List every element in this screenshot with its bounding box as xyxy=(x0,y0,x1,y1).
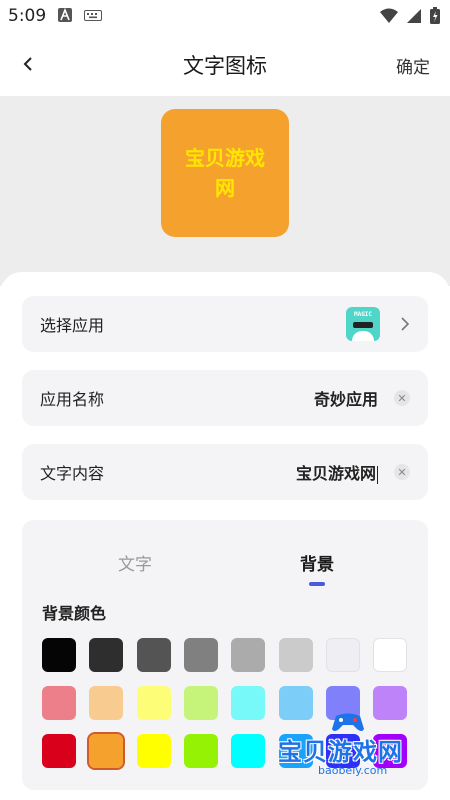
watermark-text: 宝贝游戏网 xyxy=(278,738,403,766)
gamepad-icon xyxy=(332,713,364,731)
close-icon: ✕ xyxy=(397,465,407,479)
text-icon-preview: 宝贝游戏网 xyxy=(161,109,289,237)
color-swatch[interactable] xyxy=(136,686,171,720)
clear-app-name-button[interactable]: ✕ xyxy=(394,390,410,406)
icon-preview-area: 宝贝游戏网 xyxy=(0,96,450,286)
text-icon-preview-label: 宝贝游戏网 xyxy=(185,146,265,200)
page-title: 文字图标 xyxy=(183,54,267,78)
select-app-row[interactable]: 选择应用 MAGIC xyxy=(22,296,428,352)
watermark: 宝贝游戏网 baobeiy.com xyxy=(272,712,428,786)
app-name-row: 应用名称 奇妙应用 ✕ xyxy=(22,370,428,426)
active-tab-indicator xyxy=(309,582,325,586)
close-icon: ✕ xyxy=(397,391,407,405)
tab-text[interactable]: 文字 xyxy=(118,550,152,575)
color-swatch[interactable] xyxy=(183,734,218,768)
style-tabs: 文字 背景 xyxy=(22,550,428,590)
color-swatch[interactable] xyxy=(325,638,360,672)
color-swatch[interactable] xyxy=(231,686,266,720)
text-content-value: 宝贝游戏网 xyxy=(295,464,376,483)
chevron-right-icon xyxy=(401,317,410,331)
keyboard-icon xyxy=(84,10,102,21)
text-cursor xyxy=(377,465,378,484)
color-swatch[interactable] xyxy=(136,734,171,768)
color-swatch[interactable] xyxy=(231,638,266,672)
color-swatch[interactable] xyxy=(278,638,313,672)
confirm-button[interactable]: 确定 xyxy=(396,53,430,78)
color-swatch[interactable] xyxy=(231,734,266,768)
app-name-input[interactable]: 奇妙应用 xyxy=(314,386,378,410)
color-swatch[interactable] xyxy=(42,638,76,672)
color-swatch[interactable] xyxy=(89,638,124,672)
color-swatch[interactable] xyxy=(42,734,76,768)
selected-app-icon: MAGIC xyxy=(346,307,380,341)
watermark-url: baobeiy.com xyxy=(318,764,388,777)
cell-signal-icon xyxy=(407,8,421,23)
app-bar: 文字图标 确定 xyxy=(0,32,450,96)
color-swatch[interactable] xyxy=(136,638,171,672)
color-swatch[interactable] xyxy=(89,686,124,720)
text-content-label: 文字内容 xyxy=(40,464,105,483)
battery-icon xyxy=(430,7,440,24)
text-content-input[interactable]: 宝贝游戏网 xyxy=(296,460,378,484)
status-time: 5:09 xyxy=(8,6,47,26)
color-swatch[interactable] xyxy=(183,686,218,720)
wifi-icon xyxy=(380,8,398,23)
text-content-row: 文字内容 宝贝游戏网 ✕ xyxy=(22,444,428,500)
clear-text-content-button[interactable]: ✕ xyxy=(394,464,410,480)
font-app-icon xyxy=(58,8,72,22)
color-swatch[interactable] xyxy=(373,638,408,672)
color-swatch[interactable] xyxy=(87,732,126,770)
tab-background[interactable]: 背景 xyxy=(300,550,334,575)
color-swatch[interactable] xyxy=(183,638,218,672)
app-icon-logo-text: MAGIC xyxy=(353,311,373,318)
status-bar: 5:09 xyxy=(0,0,450,32)
color-swatch[interactable] xyxy=(42,686,76,720)
app-name-label: 应用名称 xyxy=(40,390,105,409)
background-color-title: 背景颜色 xyxy=(42,604,107,623)
select-app-label: 选择应用 xyxy=(40,316,105,335)
